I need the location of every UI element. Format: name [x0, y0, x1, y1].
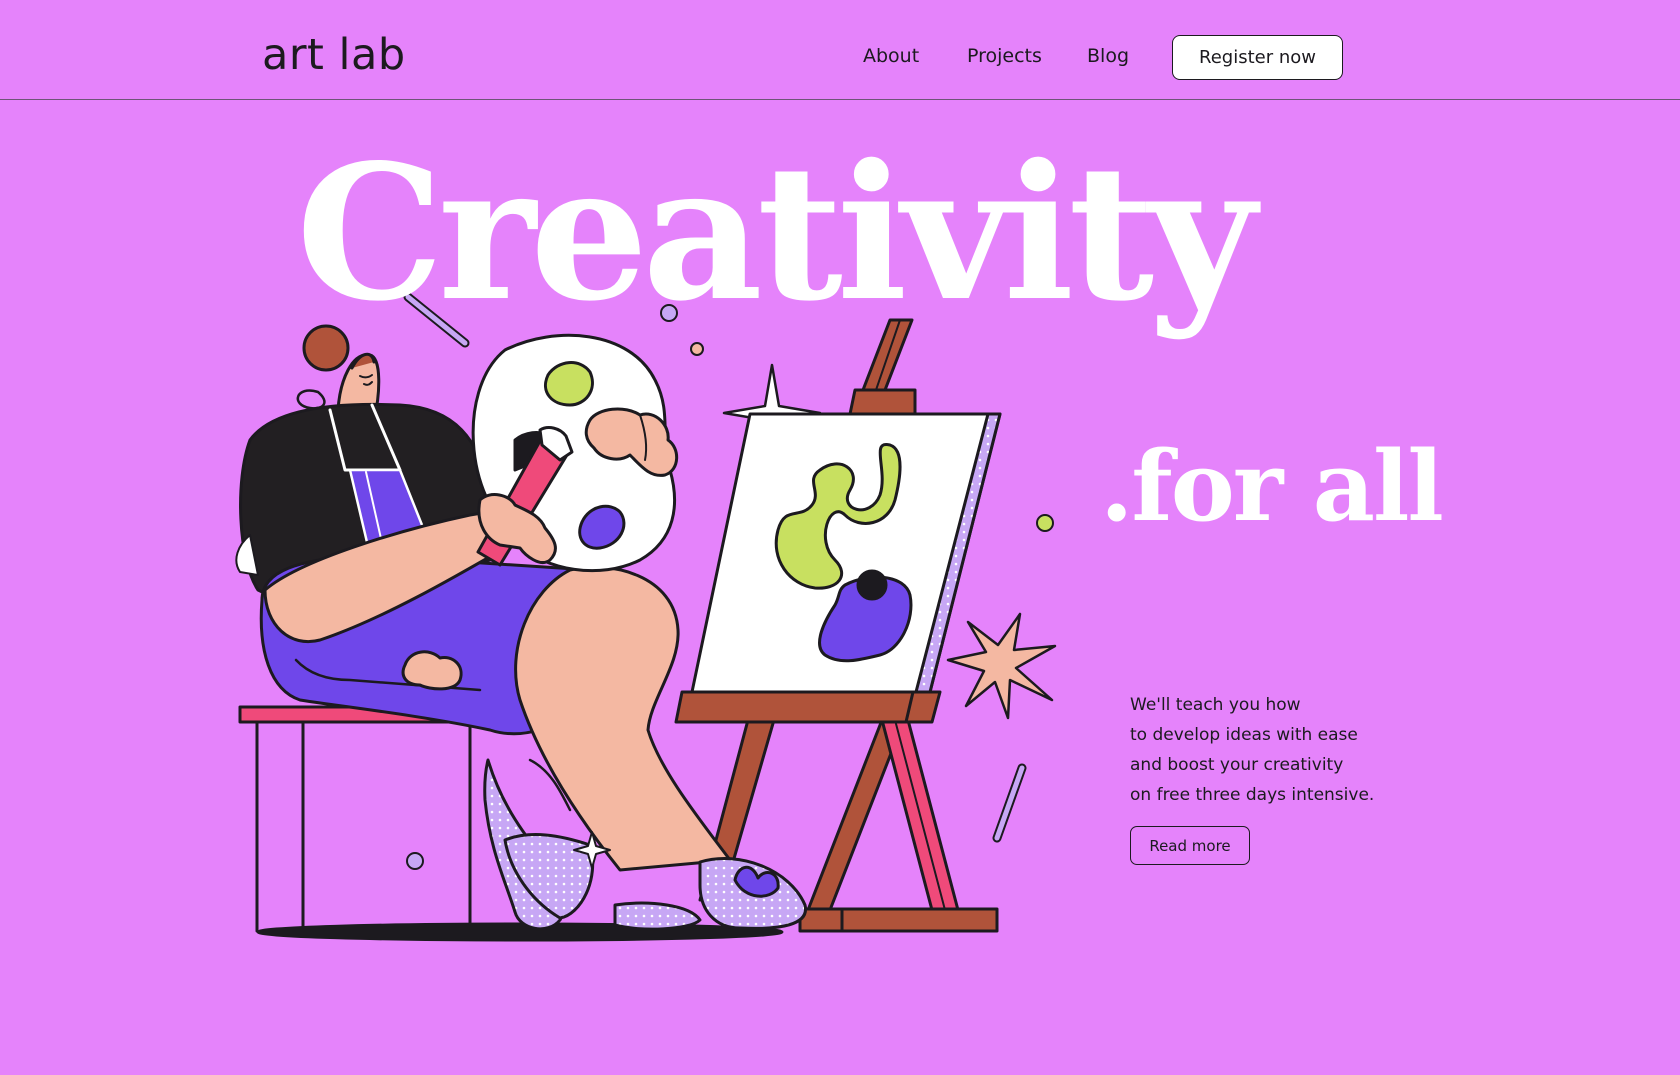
starburst-icon — [946, 612, 1057, 720]
floor-shadow — [256, 922, 784, 942]
description-line: on free three days intensive. — [1130, 785, 1375, 805]
read-more-button[interactable]: Read more — [1130, 826, 1250, 865]
palette — [471, 333, 679, 573]
decor-dash — [992, 763, 1027, 843]
hero-description: We'll teach you how to develop ideas wit… — [1130, 690, 1430, 810]
easel — [674, 318, 1002, 933]
artist-figure — [235, 324, 807, 931]
description-line: We'll teach you how — [1130, 695, 1301, 715]
hero-headline: Creativity — [296, 123, 1256, 342]
sparkle-icon — [573, 831, 611, 869]
sparkle-icon — [722, 363, 822, 463]
hero-subheadline: .for all — [1100, 430, 1444, 543]
stool — [238, 705, 485, 933]
logo[interactable]: art lab — [262, 25, 406, 85]
decor-dot — [690, 342, 704, 356]
site-header: art lab About Projects Blog Register now — [0, 0, 1680, 100]
nav-link-about[interactable]: About — [863, 44, 919, 68]
nav-link-projects[interactable]: Projects — [967, 44, 1042, 68]
nav-link-blog[interactable]: Blog — [1087, 44, 1129, 68]
decor-dot — [406, 852, 424, 870]
decor-dash — [994, 765, 1025, 841]
description-line: to develop ideas with ease — [1130, 725, 1358, 745]
register-now-button[interactable]: Register now — [1172, 35, 1343, 80]
landing-page: art lab About Projects Blog Register now… — [0, 0, 1680, 1075]
decor-dot — [1036, 514, 1054, 532]
description-line: and boost your creativity — [1130, 755, 1344, 775]
